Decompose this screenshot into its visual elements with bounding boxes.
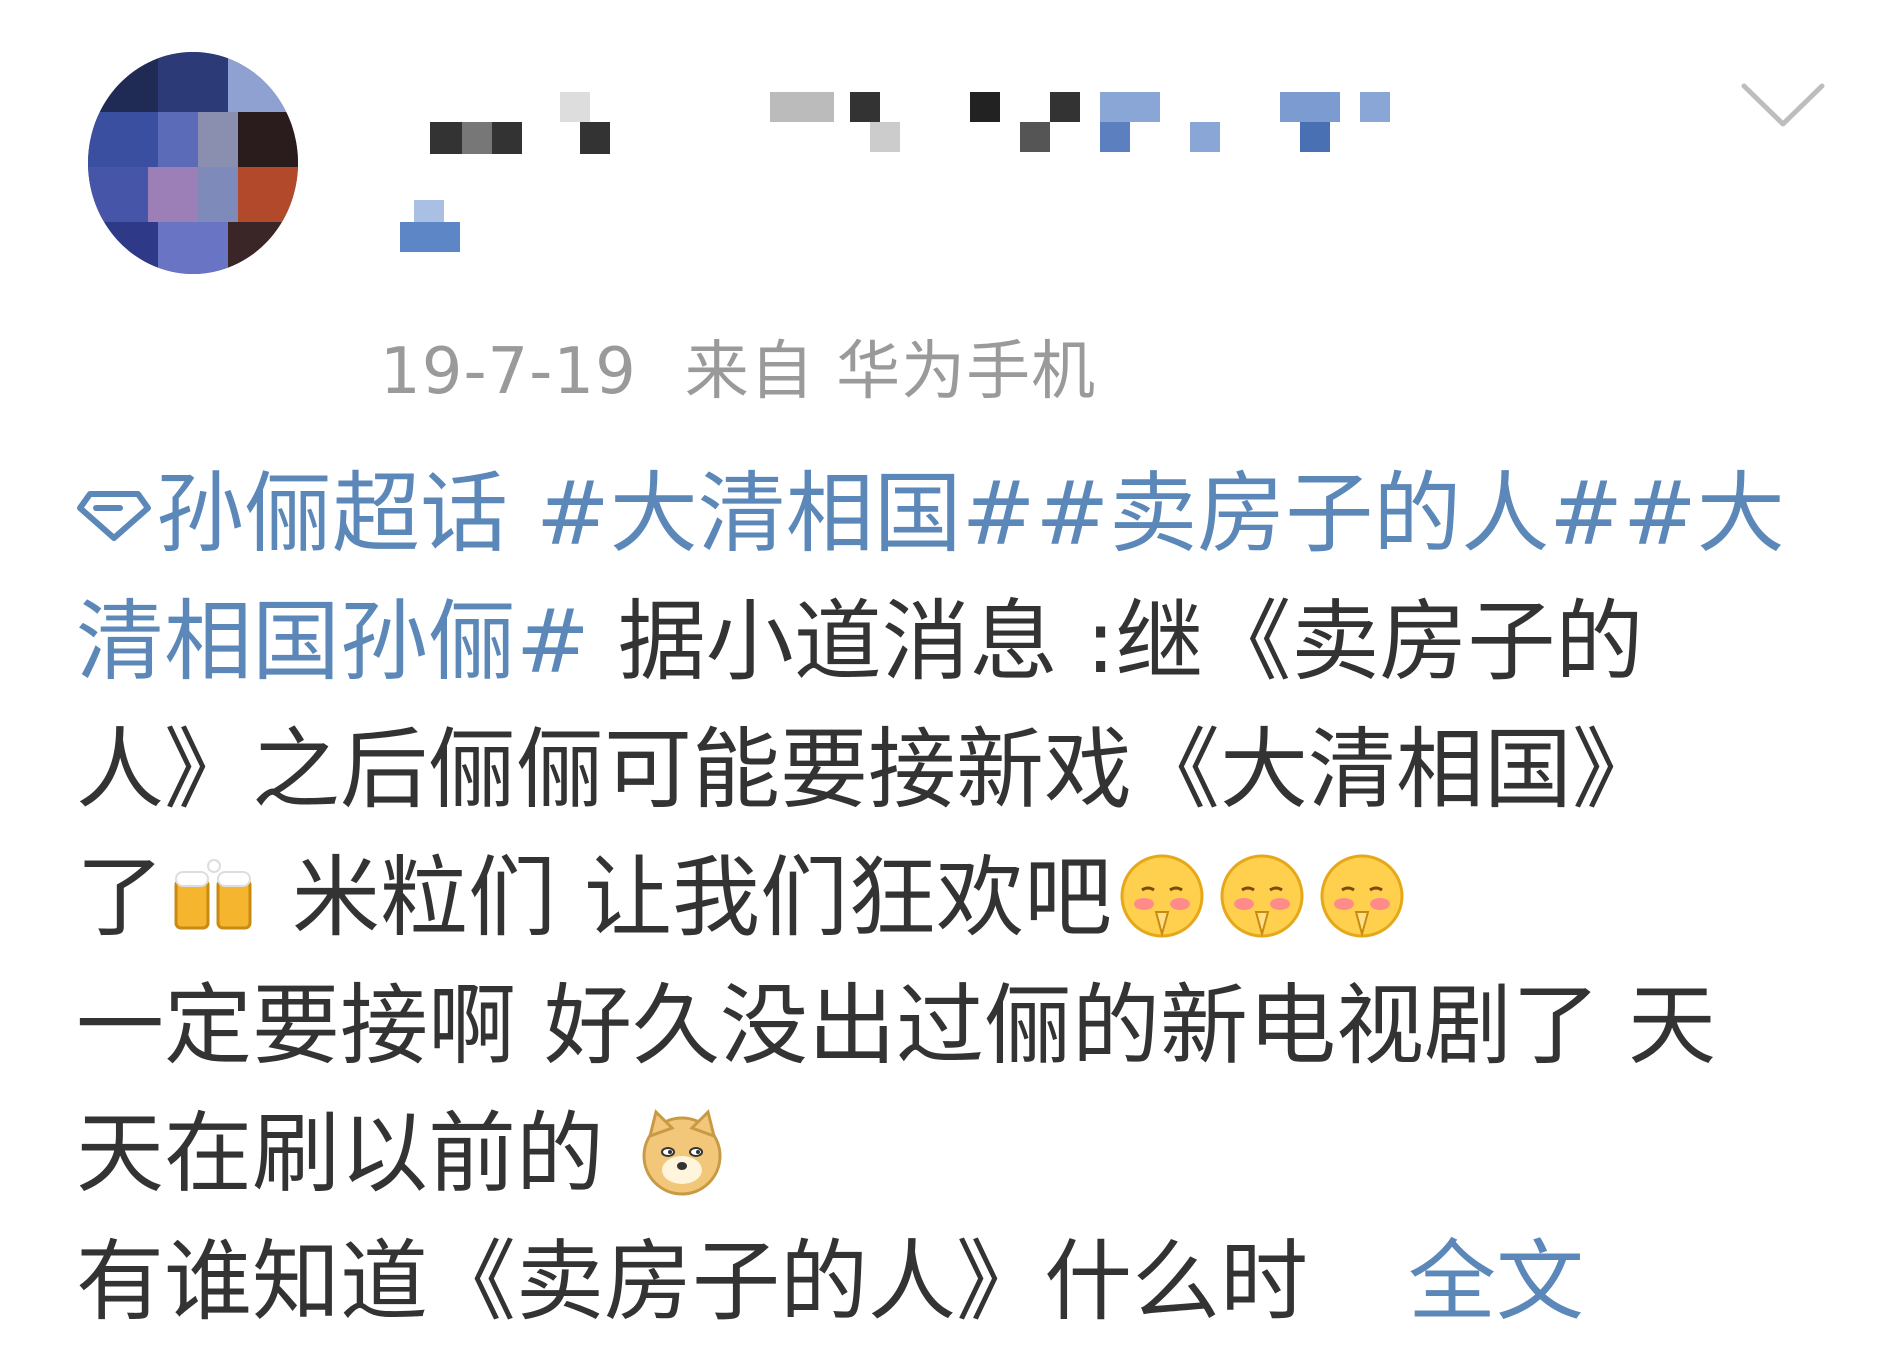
post-text: 据小道消息 :继《卖房子的 (589, 590, 1644, 693)
post-source: 来自 华为手机 (684, 335, 1097, 409)
more-options-button[interactable] (1738, 78, 1828, 134)
post-line: 了 米粒们 让我们狂欢吧 (76, 834, 1836, 962)
username-redacted[interactable] (400, 80, 1580, 280)
diamond-icon (77, 491, 151, 541)
post-line: 一定要接啊 好久没出过俪的新电视剧了 天 (76, 962, 1836, 1090)
shy-pray-emoji (1220, 854, 1304, 938)
avatar[interactable] (88, 52, 298, 274)
hashtag-link[interactable]: 清相国孙俪# (76, 590, 590, 693)
post-timestamp: 19-7-19 (380, 335, 637, 409)
hashtag-link[interactable]: #卖房子的人# (1035, 462, 1622, 565)
post-line: 人》之后俪俪可能要接新戏《大清相国》 (76, 706, 1836, 834)
post-text: 人》之后俪俪可能要接新戏《大清相国》 (76, 718, 1661, 821)
post-text: 有谁知道《卖房子的人》什么时 (76, 1230, 1309, 1333)
post-header: 19-7-19 来自 华为手机 (0, 0, 1878, 409)
post-text: 米粒们 让我们狂欢吧 (264, 846, 1112, 949)
post-line: 有谁知道《卖房子的人》什么时 全文 (76, 1218, 1836, 1346)
super-topic-label: 孙俪超话 (156, 462, 509, 565)
post-meta: 19-7-19 来自 华为手机 (380, 320, 1096, 412)
post-line: 清相国孙俪# 据小道消息 :继《卖房子的 (76, 578, 1836, 706)
post-line: 孙俪超话 #大清相国##卖房子的人##大 (76, 450, 1836, 578)
post-text: 一定要接啊 好久没出过俪的新电视剧了 天 (76, 974, 1716, 1077)
hashtag-link[interactable]: #大 (1623, 462, 1785, 565)
shy-pray-emoji (1320, 854, 1404, 938)
doge-emoji (642, 1109, 722, 1196)
shy-pray-emoji (1120, 854, 1204, 938)
post-line: 天在刷以前的 (76, 1090, 1836, 1218)
super-topic-link[interactable]: 孙俪超话 (76, 462, 508, 565)
chevron-down-icon (1741, 83, 1825, 127)
hashtag-link[interactable]: #大清相国# (536, 462, 1035, 565)
post-body: 孙俪超话 #大清相国##卖房子的人##大 清相国孙俪# 据小道消息 :继《卖房子… (76, 450, 1836, 1346)
post-text: 天在刷以前的 (76, 1102, 632, 1205)
post-text: 了 (76, 846, 165, 949)
full-text-link[interactable]: 全文 (1408, 1230, 1584, 1333)
beer-cheers-emoji (174, 859, 252, 930)
